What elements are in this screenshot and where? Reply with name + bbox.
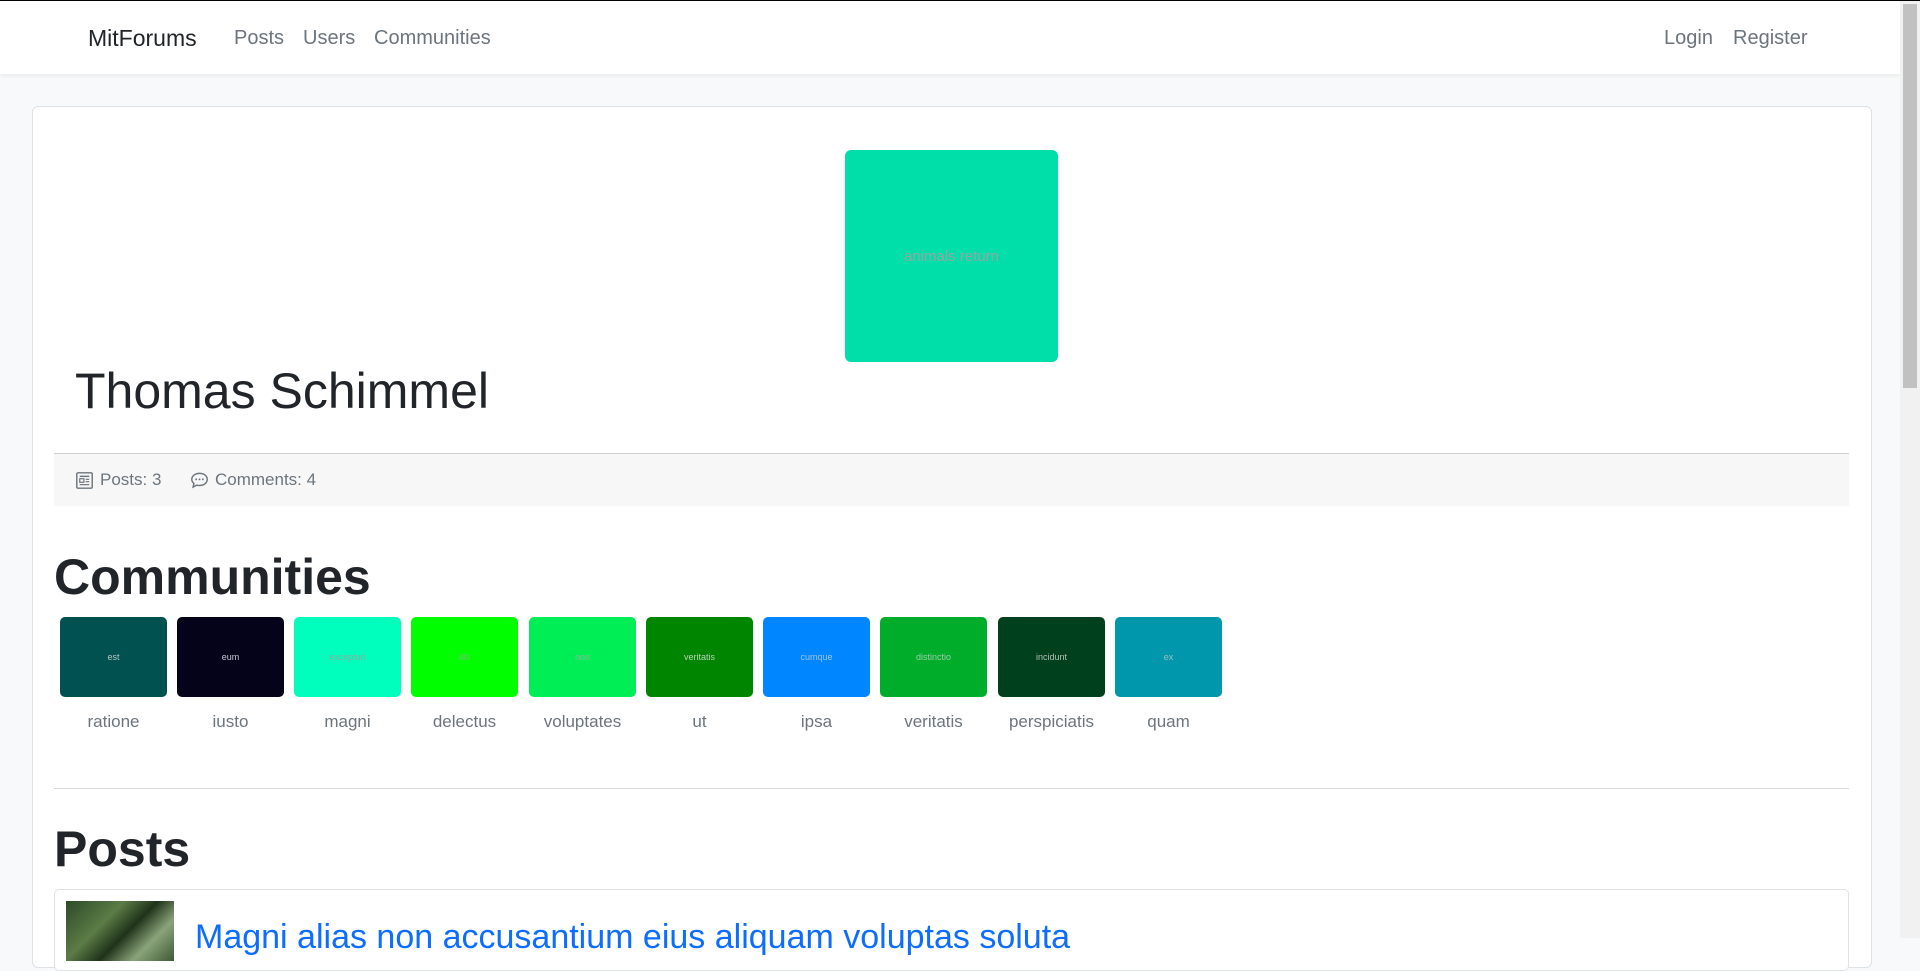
community-name[interactable]: ratione: [60, 712, 167, 732]
post-thumbnail[interactable]: [66, 901, 174, 961]
community-item[interactable]: excepturi magni: [294, 617, 401, 732]
section-divider: [54, 788, 1849, 789]
community-item[interactable]: non voluptates: [529, 617, 636, 732]
community-item[interactable]: est ratione: [60, 617, 167, 732]
comments-count-label: Comments: 4: [215, 470, 317, 489]
community-tile[interactable]: excepturi: [294, 617, 401, 697]
community-tile-text: distinctio: [915, 652, 951, 662]
community-tile[interactable]: non: [529, 617, 636, 697]
community-name[interactable]: iusto: [177, 712, 284, 732]
community-item[interactable]: ex quam: [1115, 617, 1222, 732]
community-tile-text: est: [107, 652, 120, 662]
community-name[interactable]: magni: [294, 712, 401, 732]
user-stats-bar: Posts: 3 Comments: 4: [54, 453, 1849, 506]
community-tile-text: non: [574, 652, 591, 662]
community-item[interactable]: eum iusto: [177, 617, 284, 732]
nav-link-posts[interactable]: Posts: [234, 27, 284, 50]
post-card[interactable]: Magni alias non accusantium eius aliquam…: [54, 889, 1849, 971]
avatar-placeholder-text: animals return: [903, 247, 1000, 265]
community-item[interactable]: incidunt perspiciatis: [998, 617, 1105, 732]
community-tile[interactable]: veritatis: [646, 617, 753, 697]
community-tile[interactable]: incidunt: [998, 617, 1105, 697]
community-tile-text: veritatis: [683, 652, 715, 662]
community-tile[interactable]: distinctio: [880, 617, 987, 697]
posts-count-label: Posts: 3: [100, 470, 162, 489]
community-name[interactable]: ut: [646, 712, 753, 732]
brand-logo[interactable]: MitForums: [88, 25, 197, 52]
community-tile[interactable]: illo: [411, 617, 518, 697]
register-link[interactable]: Register: [1733, 27, 1807, 50]
user-avatar: animals return: [845, 150, 1058, 362]
community-tile-text: ex: [1163, 652, 1174, 662]
community-name[interactable]: voluptates: [529, 712, 636, 732]
community-tile[interactable]: eum: [177, 617, 284, 697]
community-tile[interactable]: ex: [1115, 617, 1222, 697]
community-tile-text: cumque: [800, 652, 833, 662]
community-name[interactable]: quam: [1115, 712, 1222, 732]
top-navbar: MitForums Posts Users Communities Login …: [0, 1, 1900, 74]
community-name[interactable]: perspiciatis: [998, 712, 1105, 732]
community-item[interactable]: veritatis ut: [646, 617, 753, 732]
community-item[interactable]: cumque ipsa: [763, 617, 870, 732]
communities-heading: Communities: [54, 549, 371, 605]
community-tile-text: incidunt: [1035, 652, 1068, 662]
community-name[interactable]: ipsa: [763, 712, 870, 732]
community-tile-text: illo: [458, 652, 470, 662]
community-item[interactable]: illo delectus: [411, 617, 518, 732]
chat-bubble-icon: [191, 472, 208, 488]
posts-heading: Posts: [54, 821, 191, 877]
login-link[interactable]: Login: [1664, 27, 1713, 50]
page-scrollbar-thumb[interactable]: [1903, 4, 1917, 388]
user-name: Thomas Schimmel: [75, 363, 489, 419]
community-tile-text: excepturi: [329, 652, 366, 662]
community-name[interactable]: veritatis: [880, 712, 987, 732]
community-item[interactable]: distinctio veritatis: [880, 617, 987, 732]
community-tile[interactable]: cumque: [763, 617, 870, 697]
posts-count: Posts: 3: [75, 470, 161, 490]
community-tile[interactable]: est: [60, 617, 167, 697]
community-name[interactable]: delectus: [411, 712, 518, 732]
nav-link-communities[interactable]: Communities: [374, 27, 491, 50]
community-tile-text: eum: [221, 652, 240, 662]
comments-count: Comments: 4: [190, 470, 316, 490]
newspaper-icon: [76, 471, 93, 489]
nav-link-users[interactable]: Users: [303, 27, 355, 50]
